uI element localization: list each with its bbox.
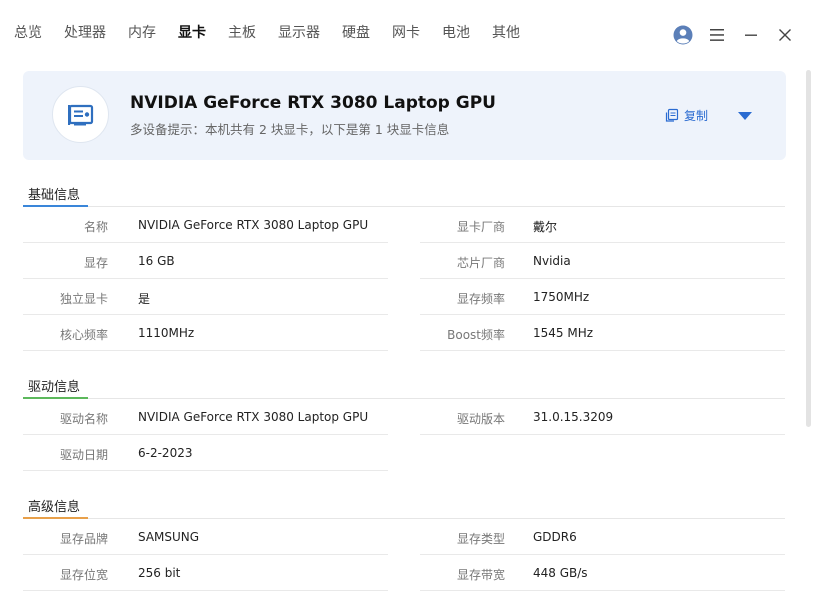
tab-motherboard[interactable]: 主板	[228, 22, 256, 42]
multi-device-hint: 多设备提示：本机共有 2 块显卡，以下是第 1 块显卡信息	[130, 122, 450, 137]
field-value: 6-2-2023	[138, 446, 193, 460]
info-row: 显存位宽 256 bit 显存带宽 448 GB/s	[23, 555, 785, 591]
basic-info-section: 基础信息 名称 NVIDIA GeForce RTX 3080 Laptop GP…	[23, 177, 785, 351]
advanced-info-section: 高级信息 显存品牌 SAMSUNG 显存类型 GDDR6 显存位宽 256 bit 显…	[23, 489, 785, 591]
tab-processor[interactable]: 处理器	[64, 22, 106, 42]
info-row: 核心频率 1110MHz Boost频率 1545 MHz	[23, 315, 785, 351]
tab-memory[interactable]: 内存	[128, 22, 156, 42]
info-row: 驱动日期 6-2-2023	[23, 435, 785, 471]
hamburger-menu-icon	[710, 29, 724, 41]
vertical-scrollbar[interactable]	[806, 70, 811, 427]
field-label: 驱动版本	[456, 412, 505, 426]
tab-network[interactable]: 网卡	[392, 22, 420, 42]
menu-button[interactable]	[700, 22, 734, 48]
tab-disk[interactable]: 硬盘	[342, 22, 370, 42]
section-title: 驱动信息	[28, 380, 81, 395]
section-header: 驱动信息	[23, 369, 785, 399]
gpu-name-title: NVIDIA GeForce RTX 3080 Laptop GPU	[130, 93, 496, 113]
avatar[interactable]	[666, 22, 700, 48]
top-bar: 总览 处理器 内存 显卡 主板 显示器 硬盘 网卡 电池 其他	[0, 0, 814, 70]
info-cell-card-vendor: 显卡厂商 戴尔	[420, 207, 785, 243]
field-label: 名称	[83, 220, 108, 234]
tab-battery[interactable]: 电池	[442, 22, 470, 42]
field-label: Boost频率	[447, 328, 505, 342]
field-label: 显存位宽	[59, 568, 108, 582]
info-row: 显存 16 GB 芯片厂商 Nvidia	[23, 243, 785, 279]
section-header: 高级信息	[23, 489, 785, 519]
field-label: 芯片厂商	[456, 256, 505, 270]
info-row: 名称 NVIDIA GeForce RTX 3080 Laptop GPU 显卡厂…	[23, 207, 785, 243]
window-controls	[666, 22, 802, 48]
field-value: 1750MHz	[533, 290, 590, 304]
field-value: 16 GB	[138, 254, 175, 268]
field-label: 驱动名称	[59, 412, 108, 426]
section-title: 高级信息	[28, 500, 81, 515]
copy-icon	[665, 108, 679, 122]
info-cell-discrete: 独立显卡 是	[23, 279, 388, 315]
info-cell-chip-vendor: 芯片厂商 Nvidia	[420, 243, 785, 279]
field-value: 1110MHz	[138, 326, 195, 340]
copy-button[interactable]: 复制	[664, 107, 708, 124]
info-cell-bus-width: 显存位宽 256 bit	[23, 555, 388, 591]
field-value: GDDR6	[533, 530, 577, 544]
info-cell-name: 名称 NVIDIA GeForce RTX 3080 Laptop GPU	[23, 207, 388, 243]
gpu-summary-card: NVIDIA GeForce RTX 3080 Laptop GPU 多设备提示…	[23, 71, 786, 160]
tab-other[interactable]: 其他	[492, 22, 520, 42]
info-cell-core-clock: 核心频率 1110MHz	[23, 315, 388, 351]
field-value: 1545 MHz	[533, 326, 594, 340]
field-value: 戴尔	[533, 220, 558, 234]
category-tabs: 总览 处理器 内存 显卡 主板 显示器 硬盘 网卡 电池 其他	[14, 22, 520, 42]
field-value: 256 bit	[138, 566, 181, 580]
driver-info-section: 驱动信息 驱动名称 NVIDIA GeForce RTX 3080 Laptop …	[23, 369, 785, 471]
info-row: 独立显卡 是 显存频率 1750MHz	[23, 279, 785, 315]
gpu-logo	[52, 86, 109, 143]
info-row: 驱动名称 NVIDIA GeForce RTX 3080 Laptop GPU 驱…	[23, 399, 785, 435]
field-label: 显存类型	[456, 532, 505, 546]
field-value: Nvidia	[533, 254, 571, 268]
field-value: SAMSUNG	[138, 530, 200, 544]
field-label: 驱动日期	[59, 448, 108, 462]
field-label: 显存频率	[456, 292, 505, 306]
section-header: 基础信息	[23, 177, 785, 207]
minimize-icon	[745, 34, 757, 36]
user-avatar-icon	[673, 25, 693, 45]
field-value: NVIDIA GeForce RTX 3080 Laptop GPU	[138, 218, 369, 232]
expand-button[interactable]	[735, 108, 755, 124]
field-value: 31.0.15.3209	[533, 410, 614, 424]
info-cell-bandwidth: 显存带宽 448 GB/s	[420, 555, 785, 591]
graphics-card-icon	[67, 104, 93, 125]
field-value: NVIDIA GeForce RTX 3080 Laptop GPU	[138, 410, 369, 424]
info-cell-memory-clock: 显存频率 1750MHz	[420, 279, 785, 315]
info-cell-vram: 显存 16 GB	[23, 243, 388, 279]
field-label: 显卡厂商	[456, 220, 505, 234]
tab-overview[interactable]: 总览	[14, 22, 42, 42]
tab-monitor[interactable]: 显示器	[278, 22, 320, 42]
caret-down-icon	[738, 112, 752, 120]
field-label: 独立显卡	[59, 292, 108, 306]
section-title: 基础信息	[28, 188, 81, 203]
field-label: 显存带宽	[456, 568, 505, 582]
field-label: 显存	[83, 256, 108, 270]
info-cell-driver-version: 驱动版本 31.0.15.3209	[420, 399, 785, 435]
info-cell-driver-name: 驱动名称 NVIDIA GeForce RTX 3080 Laptop GPU	[23, 399, 388, 435]
field-label: 显存品牌	[59, 532, 108, 546]
field-label: 核心频率	[59, 328, 108, 342]
copy-button-label: 复制	[684, 109, 709, 123]
minimize-button[interactable]	[734, 22, 768, 48]
close-button[interactable]	[768, 22, 802, 48]
field-value: 448 GB/s	[533, 566, 588, 580]
info-row: 显存品牌 SAMSUNG 显存类型 GDDR6	[23, 519, 785, 555]
close-icon	[779, 29, 791, 41]
field-value: 是	[138, 292, 151, 306]
info-cell-boost-clock: Boost频率 1545 MHz	[420, 315, 785, 351]
info-cell-vram-type: 显存类型 GDDR6	[420, 519, 785, 555]
info-cell-driver-date: 驱动日期 6-2-2023	[23, 435, 388, 471]
tab-graphics-card[interactable]: 显卡	[178, 22, 206, 42]
info-cell-vram-brand: 显存品牌 SAMSUNG	[23, 519, 388, 555]
